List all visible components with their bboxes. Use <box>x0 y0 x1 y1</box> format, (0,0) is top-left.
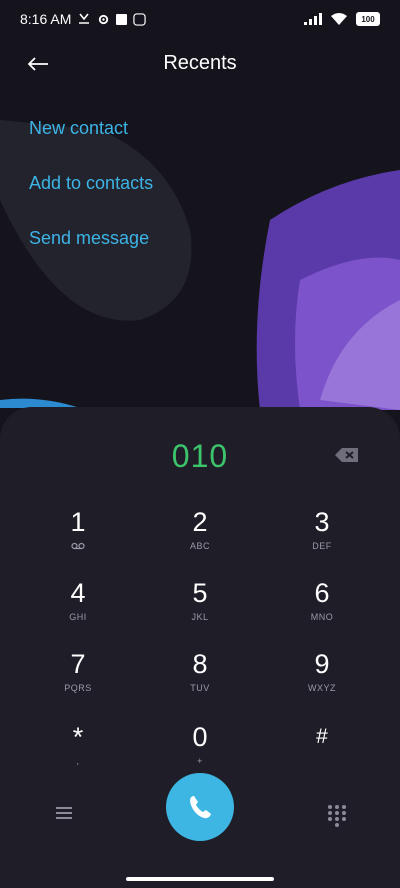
send-message-link[interactable]: Send message <box>29 228 149 249</box>
key-3[interactable]: 3 DEF <box>267 507 377 569</box>
key-digit: 7 <box>70 649 86 679</box>
key-8[interactable]: 8 TUV <box>145 649 255 711</box>
key-9[interactable]: 9 WXYZ <box>267 649 377 711</box>
header: Recents <box>0 40 400 88</box>
battery-icon: 100 <box>356 12 380 26</box>
key-letters: DEF <box>312 541 332 551</box>
key-digit: 4 <box>70 578 86 608</box>
key-letters: + <box>197 756 203 766</box>
notification-square-icon <box>116 13 128 25</box>
key-2[interactable]: 2 ABC <box>145 507 255 569</box>
key-digit: 2 <box>192 507 208 537</box>
page-title: Recents <box>163 52 237 74</box>
app-notification-icon <box>133 12 147 26</box>
home-indicator[interactable] <box>126 877 274 881</box>
key-letters: JKL <box>191 612 209 622</box>
key-digit: # <box>316 725 328 748</box>
voicemail-icon <box>71 542 85 550</box>
key-letters: TUV <box>190 683 210 693</box>
phone-icon <box>190 796 211 819</box>
key-digit: 6 <box>314 578 330 608</box>
key-4[interactable]: 4 GHI <box>23 578 133 640</box>
menu-icon[interactable] <box>50 802 78 824</box>
call-button[interactable] <box>166 773 234 841</box>
signal-icon <box>304 13 322 25</box>
key-letters: GHI <box>69 612 87 622</box>
backspace-icon[interactable] <box>333 445 361 465</box>
key-digit: 3 <box>314 507 330 537</box>
key-letters: MNO <box>310 612 334 622</box>
key-1[interactable]: 1 <box>23 507 133 569</box>
key-digit: * <box>72 722 84 752</box>
key-letters: ABC <box>189 541 210 551</box>
key-letters: PQRS <box>64 683 92 693</box>
key-digit: 1 <box>70 507 86 537</box>
key-7[interactable]: 7 PQRS <box>23 649 133 711</box>
key-letters: , <box>76 756 80 766</box>
status-bar: 8:16 AM 100 <box>0 0 400 38</box>
key-5[interactable]: 5 JKL <box>145 578 255 640</box>
add-to-contacts-link[interactable]: Add to contacts <box>29 173 153 194</box>
missed-call-icon <box>79 13 90 24</box>
dialer-bottom-bar <box>0 770 400 856</box>
key-digit: 8 <box>192 649 208 679</box>
settings-icon <box>99 14 109 24</box>
status-time: 8:16 AM <box>20 11 72 27</box>
key-digit: 5 <box>192 578 208 608</box>
key-digit: 9 <box>314 649 330 679</box>
key-digit: 0 <box>192 722 208 752</box>
keypad-icon[interactable] <box>324 802 350 828</box>
wifi-icon <box>331 13 347 25</box>
key-letters: WXYZ <box>308 683 336 693</box>
key-6[interactable]: 6 MNO <box>267 578 377 640</box>
new-contact-link[interactable]: New contact <box>29 118 128 139</box>
